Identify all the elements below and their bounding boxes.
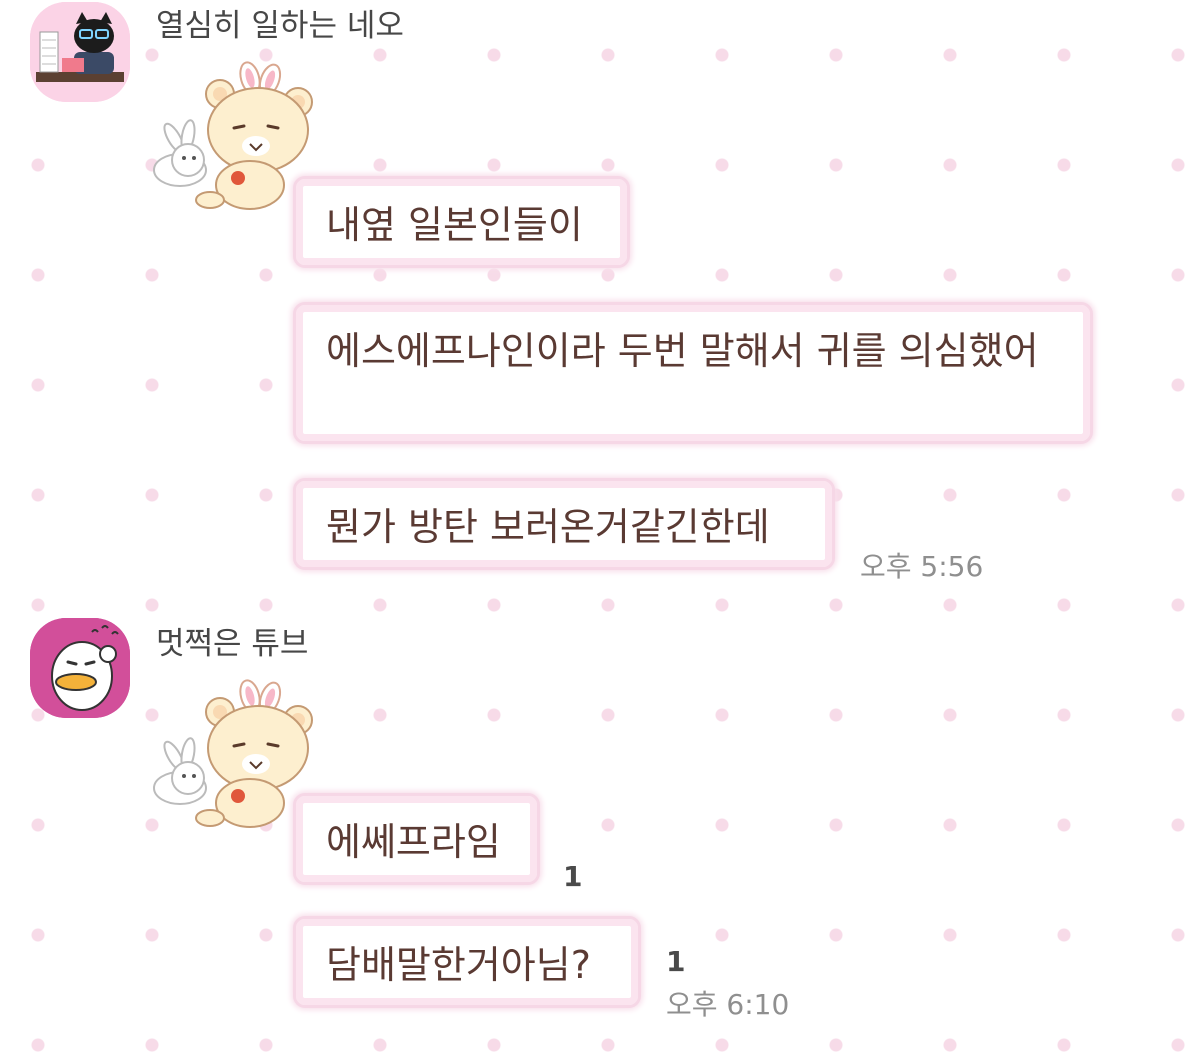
neo-working-avatar[interactable] [30,2,130,102]
tube-avatar[interactable] [30,618,130,718]
sender-name: 열심히 일하는 네오 [156,8,404,44]
unread-count: 1 [563,860,583,893]
message-timestamp: 오후 6:10 [666,988,790,1021]
tube-avatar-icon [30,618,130,718]
message-timestamp: 오후 5:56 [860,550,984,583]
unread-count: 1 [666,945,686,978]
message-bubble[interactable]: 에쎄프라임 [293,793,540,885]
message-bubble[interactable]: 에스에프나인이라 두번 말해서 귀를 의심했어 [293,302,1093,444]
sender-name: 멋쩍은 튜브 [156,626,309,662]
message-bubble[interactable]: 담배말한거아님? [293,916,641,1008]
message-bubble[interactable]: 뭔가 방탄 보러온거같긴한데 [293,478,835,570]
neo-avatar-icon [30,2,130,102]
message-bubble[interactable]: 내옆 일본인들이 [293,176,630,268]
